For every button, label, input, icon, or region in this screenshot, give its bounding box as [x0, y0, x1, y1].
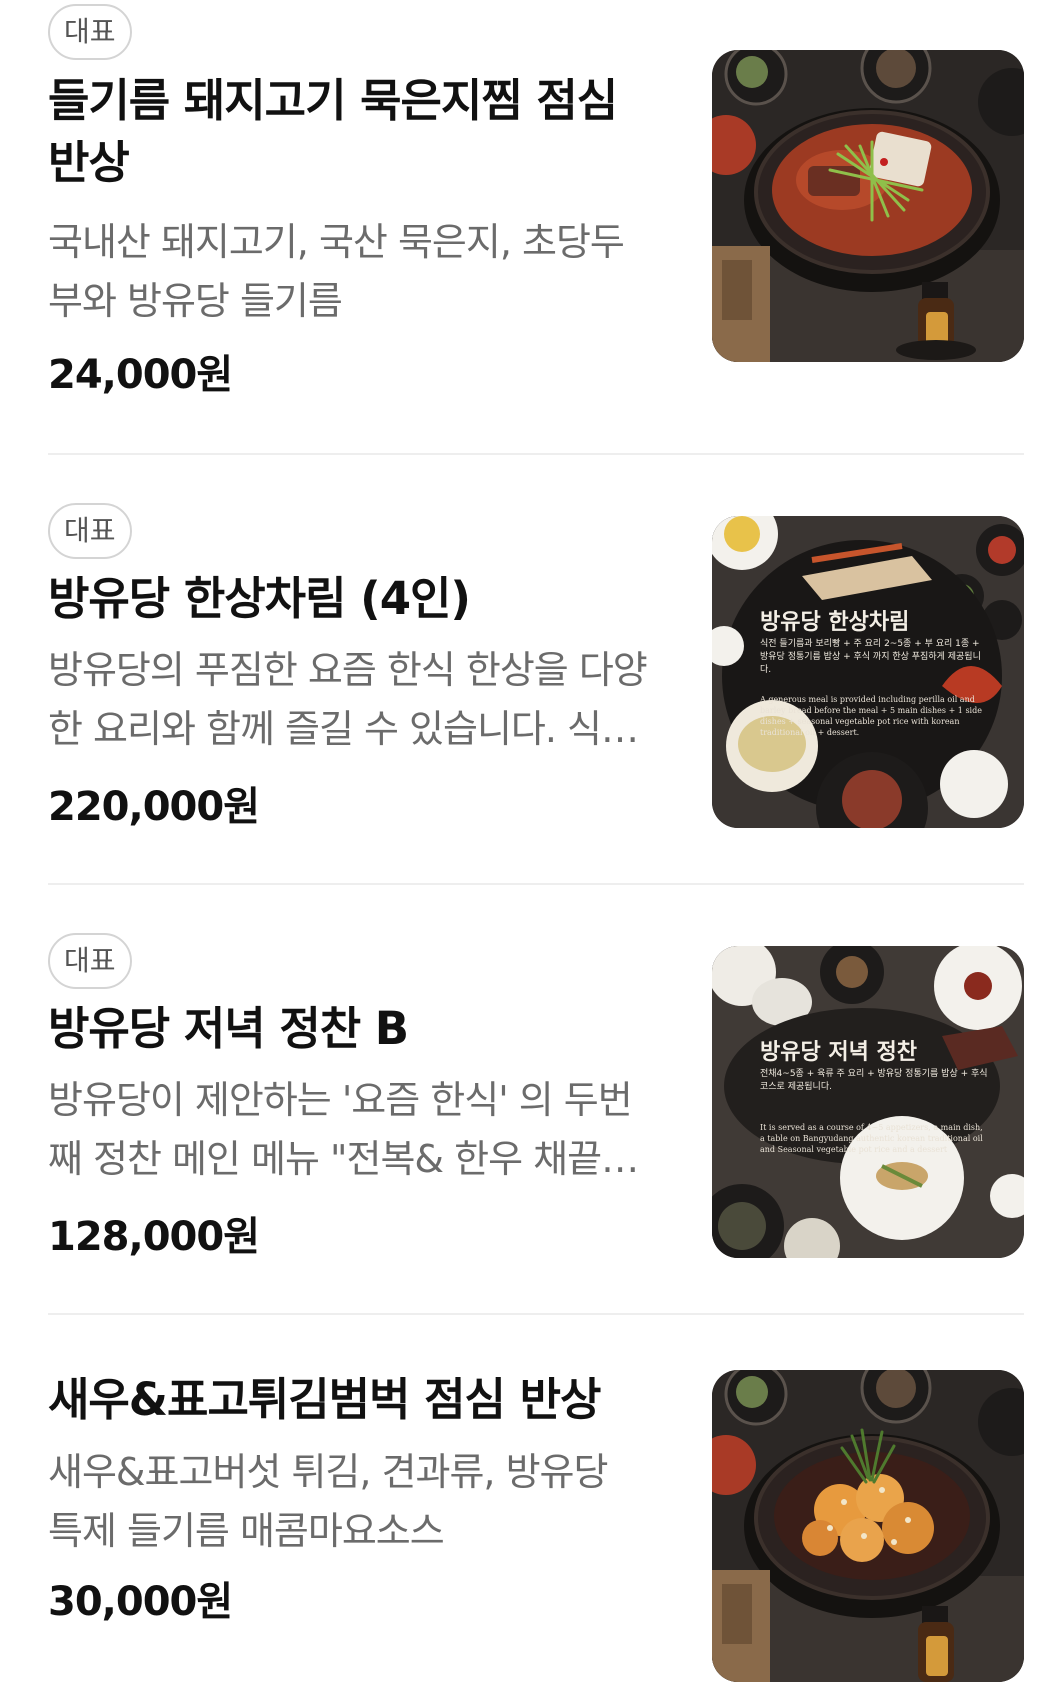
photo-caption-title: 방유당 저녁 정찬	[760, 1039, 917, 1065]
menu-price: 128,000원	[48, 1214, 260, 1260]
menu-photo[interactable]: 방유당 저녁 정찬 전채4~5종 + 육류 주 요리 + 방유당 정통기름 밥상…	[712, 946, 1024, 1258]
menu-price: 220,000원	[48, 784, 260, 830]
menu-photo[interactable]: 방유당 한상차림 식전 들기름과 보리빵 + 주 요리 2~5종 + 부 요리 …	[712, 516, 1024, 828]
photo-caption-title: 방유당 한상차림	[760, 609, 910, 635]
menu-price: 30,000원	[48, 1579, 233, 1625]
photo-caption-korean: 전채4~5종 + 육류 주 요리 + 방유당 정통기름 밥상 + 후식 코스로 …	[760, 1069, 988, 1092]
shrimp-mushroom-fritter-photo	[712, 1370, 1024, 1682]
menu-name-line: 들기름 돼지고기 묵은지찜 점심	[48, 74, 618, 127]
menu-description: 방유당이 제안하는 '요즘 한식' 의 두번째 정찬 메인 메뉴 "전복& 한우…	[48, 1078, 647, 1181]
menu-name: 방유당 한상차림 (4인)	[48, 572, 471, 625]
menu-name: 방유당 저녁 정찬 B	[48, 1002, 409, 1055]
menu-photo[interactable]	[712, 1370, 1024, 1682]
menu-item[interactable]: 대표 방유당 저녁 정찬 B 방유당이 제안하는 '요즘 한식' 의 두번째 정…	[48, 885, 1024, 1315]
braised-pork-kimchi-photo	[712, 50, 1024, 362]
representative-badge: 대표	[48, 4, 132, 60]
photo-caption-korean: 식전 들기름과 보리빵 + 주 요리 2~5종 + 부 요리 1종 + 방유당 …	[760, 639, 981, 675]
representative-badge: 대표	[48, 933, 132, 989]
menu-name-line: 반상	[48, 136, 130, 189]
menu-description: 방유당의 푸짐한 요즘 한식 한상을 다양한 요리와 함께 즐길 수 있습니다.…	[48, 648, 648, 751]
photo-caption-english: It is served as a course of 4~5 appetize…	[760, 1123, 983, 1154]
menu-list: 대표 들기름 돼지고기 묵은지찜 점심 반상 국내산 돼지고기, 국산 묵은지,…	[0, 0, 1052, 1682]
dinner-course-photo	[712, 946, 1024, 1258]
menu-price: 24,000원	[48, 352, 233, 398]
menu-name: 들기름 돼지고기 묵은지찜 점심 반상	[48, 70, 688, 194]
representative-badge: 대표	[48, 503, 132, 559]
menu-item[interactable]: 새우&표고튀김범벅 점심 반상 새우&표고버섯 튀김, 견과류, 방유당 특제 …	[48, 1315, 1024, 1682]
menu-description: 국내산 돼지고기, 국산 묵은지, 초당두부와 방유당 들기름	[48, 220, 625, 323]
menu-name: 새우&표고튀김범벅 점심 반상	[48, 1373, 601, 1426]
menu-item[interactable]: 대표 방유당 한상차림 (4인) 방유당의 푸짐한 요즘 한식 한상을 다양한 …	[48, 455, 1024, 885]
photo-caption-english: A generous meal is provided including pe…	[760, 695, 982, 737]
menu-item[interactable]: 대표 들기름 돼지고기 묵은지찜 점심 반상 국내산 돼지고기, 국산 묵은지,…	[48, 0, 1024, 455]
menu-description: 새우&표고버섯 튀김, 견과류, 방유당 특제 들기름 매콤마요소스	[48, 1450, 608, 1553]
menu-photo[interactable]	[712, 50, 1024, 362]
